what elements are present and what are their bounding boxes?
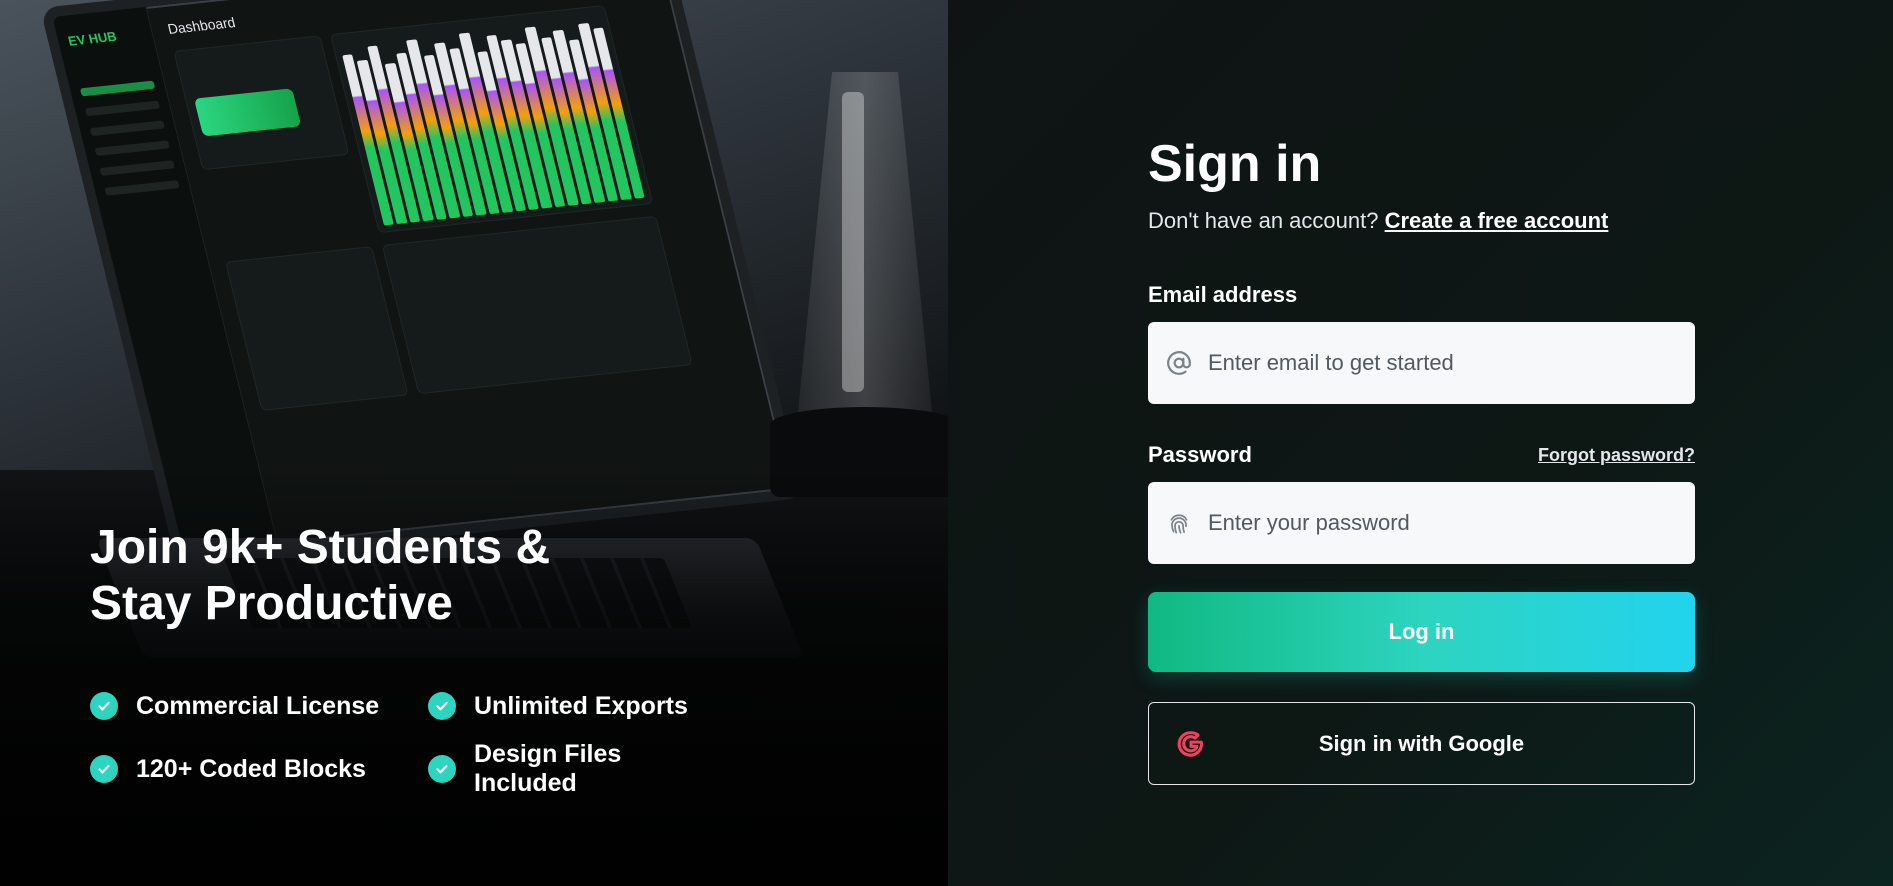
login-button[interactable]: Log in: [1148, 592, 1695, 672]
feature-item: Commercial License: [90, 692, 428, 720]
check-circle-icon: [428, 692, 456, 720]
google-button-label: Sign in with Google: [1318, 730, 1525, 756]
feature-item: Unlimited Exports: [428, 692, 728, 720]
signin-form: Sign in Don't have an account? Create a …: [1148, 132, 1695, 785]
feature-list: Commercial License Unlimited Exports 120…: [90, 692, 728, 797]
signin-panel: Sign in Don't have an account? Create a …: [948, 0, 1893, 886]
check-circle-icon: [90, 755, 118, 783]
hero-title: Join 9k+ Students & Stay Productive: [90, 521, 551, 630]
create-account-link[interactable]: Create a free account: [1385, 208, 1609, 233]
email-label: Email address: [1148, 282, 1298, 307]
feature-label: Design Files Included: [474, 740, 622, 797]
feature-item: Design Files Included: [428, 740, 728, 797]
password-field[interactable]: [1148, 482, 1695, 564]
email-field[interactable]: [1148, 322, 1695, 404]
feature-label: 120+ Coded Blocks: [136, 754, 366, 783]
feature-label: Unlimited Exports: [474, 691, 688, 720]
mini-logo: EV HUB: [66, 28, 119, 49]
feature-item: 120+ Coded Blocks: [90, 755, 428, 783]
hero-panel: EV HUB Dashboard Join 9k+ Students & Sta…: [0, 0, 948, 886]
password-input[interactable]: [1208, 510, 1677, 536]
password-label: Password: [1148, 442, 1252, 467]
hero-content: Join 9k+ Students & Stay Productive: [90, 520, 650, 632]
check-circle-icon: [428, 755, 456, 783]
at-sign-icon: [1166, 350, 1192, 376]
signup-prompt: Don't have an account? Create a free acc…: [1148, 208, 1695, 234]
page-title: Sign in: [1148, 135, 1322, 193]
email-input[interactable]: [1208, 350, 1677, 376]
fingerprint-icon: [1166, 510, 1192, 536]
check-circle-icon: [90, 692, 118, 720]
google-signin-button[interactable]: Sign in with Google: [1148, 702, 1695, 785]
glass-image: [770, 72, 948, 497]
password-label-row: Password Forgot password?: [1148, 442, 1695, 468]
signup-prompt-text: Don't have an account?: [1148, 208, 1379, 233]
email-label-row: Email address: [1148, 282, 1695, 308]
forgot-password-link[interactable]: Forgot password?: [1538, 445, 1695, 466]
google-icon: [1177, 730, 1204, 757]
feature-label: Commercial License: [136, 691, 380, 720]
mini-chart: [329, 4, 654, 234]
signin-page: EV HUB Dashboard Join 9k+ Students & Sta…: [0, 0, 1893, 886]
